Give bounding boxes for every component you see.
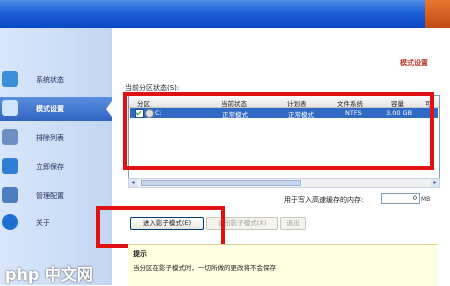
save-icon [2, 158, 18, 174]
page-title: 模式设置 [400, 59, 428, 67]
cache-memory-input[interactable]: 0 [381, 193, 420, 204]
window-titlebar [0, 0, 450, 28]
settings-icon [2, 100, 18, 116]
info-icon [2, 214, 18, 230]
monitor-icon [2, 71, 18, 87]
tip-text: 当分区在影子模式时，一切所做的更改将不会保存 [133, 264, 276, 272]
tip-title: 提示 [133, 250, 147, 258]
sidebar-item-label: 排除列表 [36, 134, 64, 142]
scroll-left-icon[interactable]: ◂ [129, 179, 137, 187]
sidebar-item-mode-settings[interactable]: 模式设置 [0, 97, 112, 121]
watermark: php 中文网 [5, 265, 93, 284]
sidebar-item-save-now[interactable]: 立即保存 [0, 155, 112, 179]
scroll-thumb[interactable] [141, 180, 301, 186]
highlight-frame-button [96, 206, 225, 248]
sidebar-item-label: 模式设置 [36, 105, 64, 113]
horizontal-scrollbar[interactable]: ◂ ▸ [128, 178, 440, 188]
other-button[interactable]: 退出 [280, 217, 306, 230]
cache-memory-unit: MB [421, 196, 431, 203]
sidebar-item-label: 关于 [36, 219, 50, 227]
highlight-frame-table [123, 92, 434, 170]
cache-memory-label: 用于写入高速缓存的内存: [284, 196, 364, 204]
config-icon [2, 187, 18, 203]
list-icon [2, 129, 18, 145]
titlebar-decoration [425, 0, 450, 28]
sidebar-item-exclude-list[interactable]: 排除列表 [0, 126, 112, 150]
sidebar-item-system-status[interactable]: 系统状态 [0, 68, 112, 92]
sidebar-item-manage-config[interactable]: 管理配置 [0, 184, 112, 208]
scroll-right-icon[interactable]: ▸ [431, 179, 439, 187]
sidebar-item-label: 管理配置 [36, 192, 64, 200]
sidebar-item-label: 系统状态 [36, 76, 64, 84]
sidebar-item-label: 立即保存 [36, 163, 64, 171]
